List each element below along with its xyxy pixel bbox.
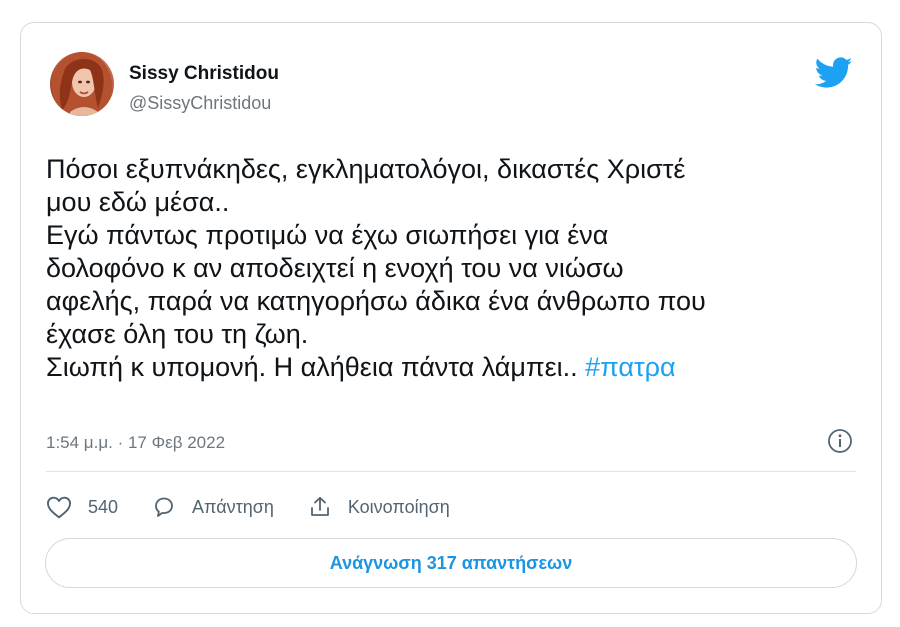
divider: [46, 471, 856, 472]
like-count: 540: [88, 496, 119, 517]
share-upload-icon: [310, 496, 329, 516]
tweet-text: Πόσοι εξυπνάκηδες, εγκληματολόγοι, δικασ…: [46, 153, 846, 384]
tweet-line: δολοφόνο κ αν αποδειχτεί η ενοχή του να …: [46, 253, 624, 283]
tweet-timestamp[interactable]: 1:54 μ.μ. · 17 Φεβ 2022: [46, 433, 225, 453]
read-replies-button[interactable]: Ανάγνωση 317 απαντήσεων: [45, 538, 857, 588]
avatar-image: [52, 52, 112, 116]
share-label: Κοινοποίηση: [347, 496, 450, 517]
tweet-line: έχασε όλη του τη ζωη.: [46, 319, 309, 349]
speech-bubble-icon: [155, 497, 173, 517]
info-icon[interactable]: [827, 428, 853, 454]
like-button[interactable]: 540: [46, 495, 118, 519]
heart-icon: [46, 496, 72, 519]
author-name[interactable]: Sissy Christidou: [129, 63, 279, 85]
tweet-line-text: Σιωπή κ υπομονή. Η αλήθεια πάντα λάμπει.…: [46, 352, 586, 382]
tweet-actions: 540 Απάντηση Κοινοποίηση: [46, 491, 484, 523]
tweet-line: αφελής, παρά να κατηγορήσω άδικα ένα άνθ…: [46, 286, 706, 316]
author-handle[interactable]: @SissyChristidou: [129, 93, 271, 114]
tweet-line: Εγώ πάντως προτιμώ να έχω σιωπήσει για έ…: [46, 220, 609, 250]
tweet-line-last: Σιωπή κ υπομονή. Η αλήθεια πάντα λάμπει.…: [46, 351, 846, 384]
read-replies-label: Ανάγνωση 317 απαντήσεων: [329, 552, 573, 573]
reply-label: Απάντηση: [192, 496, 274, 517]
avatar[interactable]: [50, 52, 114, 116]
tweet-card: Sissy Christidou @SissyChristidou Πόσοι …: [20, 22, 882, 614]
share-button[interactable]: Κοινοποίηση: [308, 495, 450, 519]
twitter-bird-icon[interactable]: [814, 57, 853, 89]
reply-button[interactable]: Απάντηση: [152, 495, 274, 519]
hashtag-link[interactable]: #πατρα: [585, 352, 676, 382]
tweet-line: μου εδώ μέσα..: [46, 187, 230, 217]
tweet-line: Πόσοι εξυπνάκηδες, εγκληματολόγοι, δικασ…: [46, 154, 686, 184]
